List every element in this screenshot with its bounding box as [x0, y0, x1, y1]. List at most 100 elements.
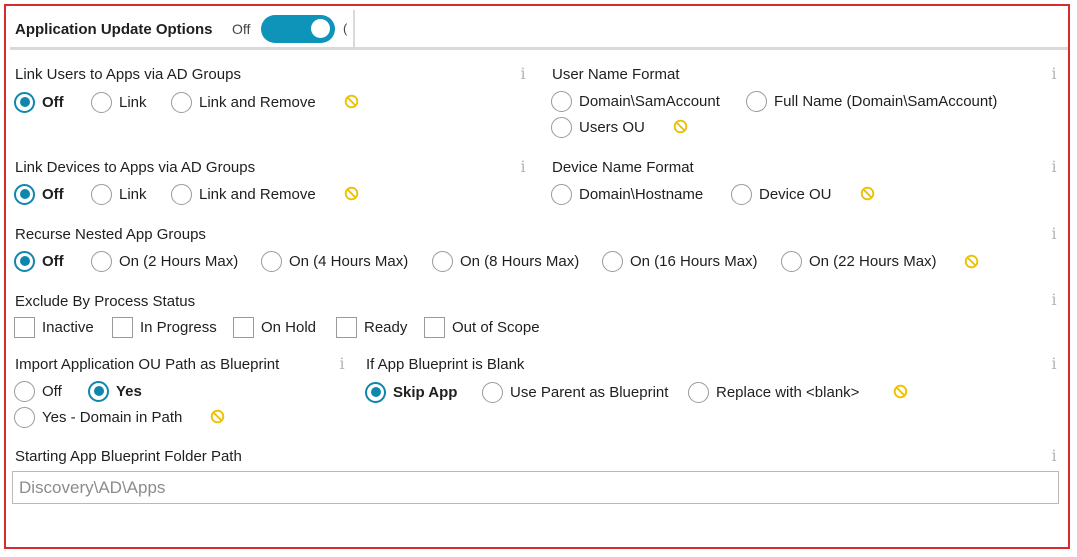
radio-icon [91, 183, 112, 205]
radio-selected-icon [14, 250, 35, 272]
radio-icon [602, 250, 623, 272]
ban-icon[interactable] [893, 384, 908, 399]
recurse-8h-radio[interactable]: On (8 Hours Max) [432, 249, 579, 273]
import-ou-label: Import Application OU Path as Blueprint [15, 356, 280, 373]
application-update-toggle[interactable] [261, 15, 335, 43]
radio-label: On (2 Hours Max) [119, 252, 239, 270]
link-devices-link-radio[interactable]: Link [91, 182, 147, 206]
radio-selected-icon [14, 91, 35, 113]
link-devices-off-radio[interactable]: Off [14, 182, 64, 206]
radio-selected-icon [88, 380, 109, 402]
page-title: Application Update Options [15, 21, 213, 38]
radio-label: Device OU [759, 185, 832, 203]
header-divider [353, 10, 355, 50]
exclude-status-info-icon[interactable]: i [1049, 290, 1059, 309]
ban-icon[interactable] [860, 186, 875, 201]
link-devices-label: Link Devices to Apps via AD Groups [15, 159, 256, 176]
toggle-cut-label: ( [343, 21, 348, 36]
checkbox-icon [336, 316, 357, 338]
link-users-info-icon[interactable]: i [518, 64, 528, 83]
exclude-inactive-checkbox[interactable]: Inactive [14, 315, 94, 339]
starting-path-input[interactable] [12, 471, 1059, 504]
radio-icon [731, 183, 752, 205]
blank-use-parent-radio[interactable]: Use Parent as Blueprint [482, 380, 668, 404]
radio-label: Domain\Hostname [579, 185, 704, 203]
exclude-on-hold-checkbox[interactable]: On Hold [233, 315, 316, 339]
radio-label: Full Name (Domain\SamAccount) [774, 92, 998, 110]
radio-icon [746, 90, 767, 112]
radio-label: On (16 Hours Max) [630, 252, 758, 270]
user-name-domain-sam-radio[interactable]: Domain\SamAccount [551, 89, 720, 113]
user-name-full-name-radio[interactable]: Full Name (Domain\SamAccount) [746, 89, 997, 113]
checkbox-icon [14, 316, 35, 338]
radio-label: Off [42, 185, 64, 203]
radio-label: Link [119, 93, 147, 111]
link-users-off-radio[interactable]: Off [14, 90, 64, 114]
recurse-16h-radio[interactable]: On (16 Hours Max) [602, 249, 758, 273]
link-devices-info-icon[interactable]: i [518, 157, 528, 176]
device-name-device-ou-radio[interactable]: Device OU [731, 182, 832, 206]
checkbox-icon [424, 316, 445, 338]
settings-panel [4, 4, 1070, 549]
link-devices-link-remove-radio[interactable]: Link and Remove [171, 182, 316, 206]
import-ou-off-radio[interactable]: Off [14, 379, 62, 403]
ban-icon[interactable] [210, 409, 225, 424]
radio-label: Skip App [393, 383, 458, 401]
radio-label: On (8 Hours Max) [460, 252, 580, 270]
radio-label: Link [119, 185, 147, 203]
starting-path-info-icon[interactable]: i [1049, 446, 1059, 465]
exclude-status-label: Exclude By Process Status [15, 293, 196, 310]
import-ou-yes-radio[interactable]: Yes [88, 379, 142, 403]
user-name-format-info-icon[interactable]: i [1049, 64, 1059, 83]
ban-icon[interactable] [673, 119, 688, 134]
radio-label: Users OU [579, 118, 645, 136]
exclude-in-progress-checkbox[interactable]: In Progress [112, 315, 217, 339]
radio-icon [688, 381, 709, 403]
radio-label: Off [42, 93, 64, 111]
ban-icon[interactable] [344, 94, 359, 109]
ban-icon[interactable] [964, 254, 979, 269]
checkbox-label: In Progress [140, 318, 217, 336]
radio-label: On (4 Hours Max) [289, 252, 409, 270]
link-users-link-radio[interactable]: Link [91, 90, 147, 114]
blank-replace-radio[interactable]: Replace with <blank> [688, 380, 859, 404]
checkbox-label: Out of Scope [452, 318, 540, 336]
device-name-format-info-icon[interactable]: i [1049, 157, 1059, 176]
checkbox-label: On Hold [261, 318, 317, 336]
blank-skip-app-radio[interactable]: Skip App [365, 380, 457, 404]
link-users-label: Link Users to Apps via AD Groups [15, 66, 241, 83]
radio-icon [14, 406, 35, 428]
radio-label: Replace with <blank> [716, 383, 860, 401]
radio-icon [781, 250, 802, 272]
recurse-nested-info-icon[interactable]: i [1049, 224, 1059, 243]
radio-selected-icon [14, 183, 35, 205]
ban-icon[interactable] [344, 186, 359, 201]
radio-icon [261, 250, 282, 272]
radio-icon [551, 116, 572, 138]
exclude-ready-checkbox[interactable]: Ready [336, 315, 407, 339]
radio-label: Link and Remove [199, 93, 316, 111]
checkbox-icon [112, 316, 133, 338]
radio-label: Yes [116, 382, 142, 400]
radio-icon [482, 381, 503, 403]
import-ou-yes-domain-radio[interactable]: Yes - Domain in Path [14, 405, 182, 429]
exclude-out-of-scope-checkbox[interactable]: Out of Scope [424, 315, 540, 339]
blank-blueprint-info-icon[interactable]: i [1049, 354, 1059, 373]
radio-icon [171, 91, 192, 113]
import-ou-info-icon[interactable]: i [337, 354, 347, 373]
header-bar: Application Update Options Off ( [10, 10, 1068, 50]
device-name-format-label: Device Name Format [552, 159, 694, 176]
recurse-4h-radio[interactable]: On (4 Hours Max) [261, 249, 408, 273]
recurse-2h-radio[interactable]: On (2 Hours Max) [91, 249, 238, 273]
radio-label: Off [42, 382, 62, 400]
radio-label: Off [42, 252, 64, 270]
recurse-22h-radio[interactable]: On (22 Hours Max) [781, 249, 937, 273]
user-name-users-ou-radio[interactable]: Users OU [551, 115, 645, 139]
device-name-domain-hostname-radio[interactable]: Domain\Hostname [551, 182, 703, 206]
radio-label: Use Parent as Blueprint [510, 383, 669, 401]
link-users-link-remove-radio[interactable]: Link and Remove [171, 90, 316, 114]
checkbox-label: Inactive [42, 318, 94, 336]
user-name-format-label: User Name Format [552, 66, 680, 83]
recurse-off-radio[interactable]: Off [14, 249, 64, 273]
starting-path-label: Starting App Blueprint Folder Path [15, 448, 242, 465]
